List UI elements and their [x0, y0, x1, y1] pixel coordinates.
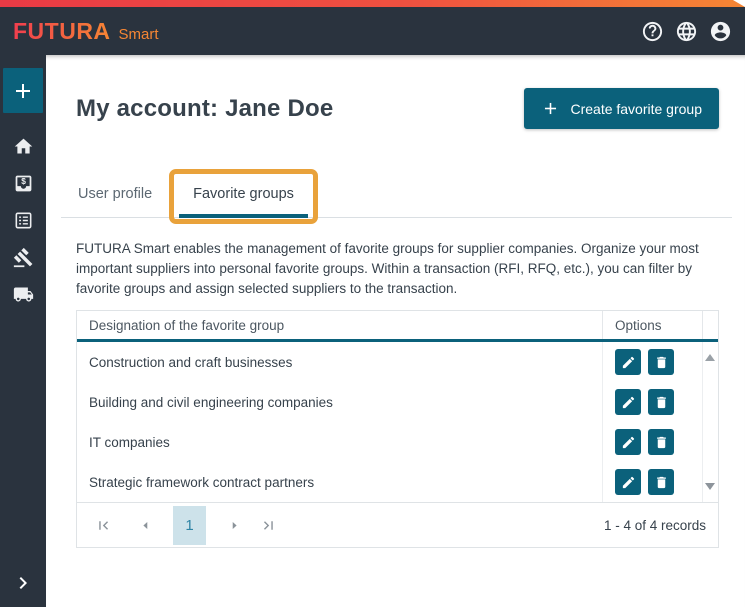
tab-favorite-groups-label: Favorite groups	[193, 186, 294, 202]
plus-icon	[11, 79, 35, 103]
app-window: FUTURA Smart $	[0, 0, 745, 607]
row-options-cell	[603, 422, 703, 462]
row-options-cell	[603, 342, 703, 382]
last-page-button[interactable]	[260, 517, 277, 534]
next-page-icon	[226, 517, 243, 534]
scrollbar-track[interactable]	[703, 342, 718, 382]
last-page-icon	[260, 517, 277, 534]
next-page-button[interactable]	[226, 517, 243, 534]
table-rows-container: Construction and craft businesses Buildi…	[77, 342, 718, 502]
scrollbar-down-arrow-icon[interactable]	[705, 483, 715, 490]
edit-button[interactable]	[615, 389, 641, 415]
page-header: My account: Jane Doe Create favorite gro…	[76, 88, 719, 129]
main-content: My account: Jane Doe Create favorite gro…	[46, 55, 745, 607]
chevron-right-icon	[11, 571, 35, 595]
tab-bar: User profile Favorite groups	[61, 176, 732, 218]
favorite-group-name: Building and civil engineering companies	[77, 382, 603, 422]
delete-button[interactable]	[648, 349, 674, 375]
table-row: IT companies	[77, 422, 718, 462]
sidebar-item-home[interactable]	[13, 136, 34, 157]
scrollbar-track[interactable]	[703, 422, 718, 462]
sidebar-create-button[interactable]	[3, 68, 43, 113]
column-header-options: Options	[603, 311, 703, 339]
checklist-icon	[13, 210, 34, 231]
delete-trash-icon	[654, 475, 669, 490]
scrollbar-track[interactable]	[703, 462, 718, 502]
svg-text:$: $	[21, 176, 26, 186]
gavel-icon	[13, 247, 34, 268]
logo-suffix-text: Smart	[119, 26, 159, 43]
logo-brand-text: FUTURA	[13, 18, 111, 45]
create-favorite-group-label: Create favorite group	[570, 101, 702, 117]
help-icon[interactable]	[641, 20, 664, 43]
sidebar-nav: $	[13, 136, 34, 305]
delete-button[interactable]	[648, 429, 674, 455]
favorite-groups-table: Designation of the favorite group Option…	[76, 310, 719, 548]
records-count-label: 1 - 4 of 4 records	[604, 518, 708, 533]
brand-accent-strip	[0, 0, 745, 7]
sidebar-item-auctions[interactable]	[13, 247, 34, 268]
page-description: FUTURA Smart enables the management of f…	[76, 239, 736, 299]
table-body: Construction and craft businesses Buildi…	[77, 342, 718, 502]
app-body: $ My account: Jane Doe	[0, 55, 745, 607]
table-pagination: 1 1 - 4 of 4 records	[77, 502, 718, 547]
edit-pencil-icon	[621, 395, 636, 410]
scrollbar-track[interactable]	[703, 382, 718, 422]
delete-button[interactable]	[648, 469, 674, 495]
sidebar-expand-button[interactable]	[11, 571, 35, 595]
sidebar-item-transactions[interactable]	[13, 210, 34, 231]
delete-button[interactable]	[648, 389, 674, 415]
delete-trash-icon	[654, 355, 669, 370]
truck-icon	[13, 284, 34, 305]
scrollbar-header-spacer	[703, 311, 718, 339]
page-title: My account: Jane Doe	[76, 95, 333, 123]
scrollbar-up-arrow-icon[interactable]	[705, 354, 715, 361]
language-globe-icon[interactable]	[675, 20, 698, 43]
create-favorite-group-button[interactable]: Create favorite group	[524, 88, 719, 129]
column-header-designation[interactable]: Designation of the favorite group	[77, 311, 603, 339]
delete-trash-icon	[654, 435, 669, 450]
first-page-icon	[95, 517, 112, 534]
edit-button[interactable]	[615, 429, 641, 455]
edit-button[interactable]	[615, 349, 641, 375]
sidebar-item-price-requests[interactable]: $	[13, 173, 34, 194]
edit-pencil-icon	[621, 475, 636, 490]
home-icon	[13, 136, 34, 157]
table-row: Construction and craft businesses	[77, 342, 718, 382]
app-logo[interactable]: FUTURA Smart	[13, 18, 159, 45]
app-header: FUTURA Smart	[0, 7, 745, 55]
header-actions	[641, 20, 732, 43]
edit-button[interactable]	[615, 469, 641, 495]
favorite-group-name: Strategic framework contract partners	[77, 462, 603, 502]
inbox-dollar-icon: $	[13, 173, 34, 194]
edit-pencil-icon	[621, 435, 636, 450]
first-page-button[interactable]	[95, 517, 112, 534]
row-options-cell	[603, 382, 703, 422]
favorite-group-name: Construction and craft businesses	[77, 342, 603, 382]
row-options-cell	[603, 462, 703, 502]
table-header-row: Designation of the favorite group Option…	[77, 311, 718, 342]
edit-pencil-icon	[621, 355, 636, 370]
plus-icon	[541, 99, 560, 118]
previous-page-button[interactable]	[137, 517, 154, 534]
delete-trash-icon	[654, 395, 669, 410]
tab-favorite-groups[interactable]: Favorite groups	[179, 176, 308, 218]
account-icon[interactable]	[709, 20, 732, 43]
sidebar: $	[0, 55, 46, 607]
table-row: Building and civil engineering companies	[77, 382, 718, 422]
previous-page-icon	[137, 517, 154, 534]
favorite-group-name: IT companies	[77, 422, 603, 462]
current-page-button[interactable]: 1	[173, 506, 206, 545]
tab-user-profile[interactable]: User profile	[76, 176, 154, 217]
sidebar-item-deliveries[interactable]	[13, 284, 34, 305]
table-row: Strategic framework contract partners	[77, 462, 718, 502]
